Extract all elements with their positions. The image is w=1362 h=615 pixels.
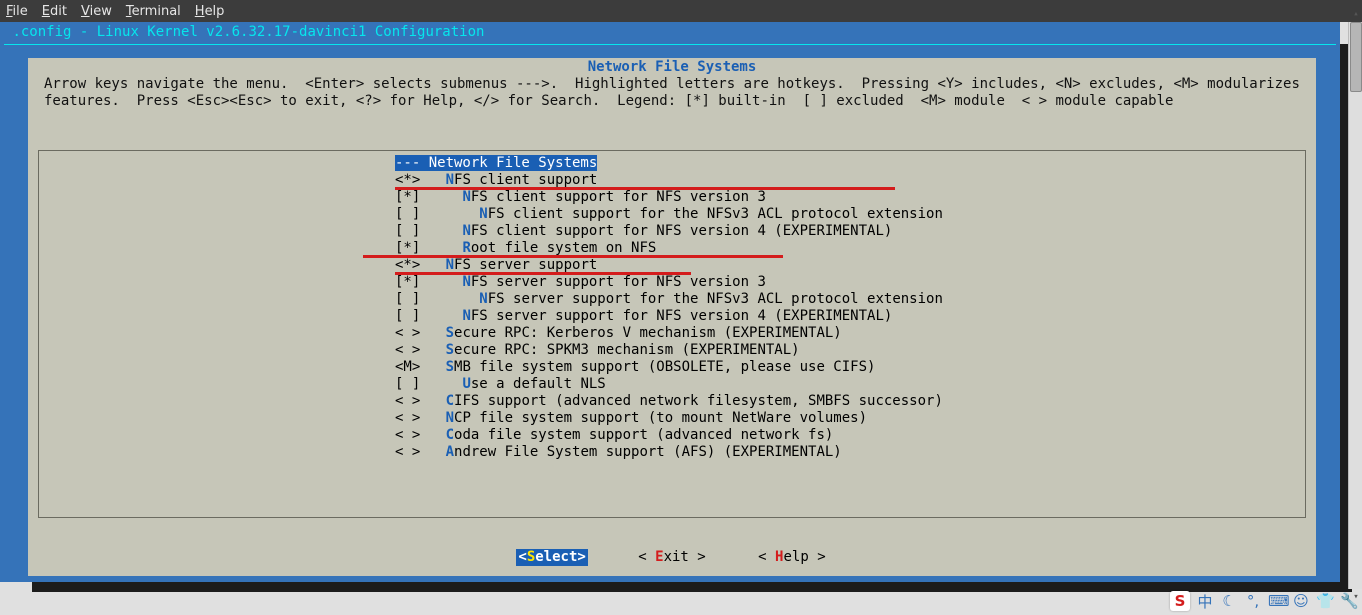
scroll-thumb[interactable] <box>1350 22 1362 92</box>
instructions-line1: Arrow keys navigate the menu. <Enter> se… <box>28 76 1316 93</box>
menuconfig-dialog: Network File Systems Arrow keys navigate… <box>28 58 1316 576</box>
scroll-up-icon[interactable]: ▴ <box>1350 8 1362 20</box>
wrench-icon[interactable]: 🔧 <box>1340 592 1358 610</box>
terminal-divider <box>4 44 1336 45</box>
menuconfig-header: Network File Systems <box>28 58 1316 76</box>
help-button[interactable]: < Help > <box>756 549 827 566</box>
menu-item-6[interactable]: [*] NFS server support for NFS version 3 <box>395 274 943 291</box>
menu-file[interactable]: File <box>6 4 28 19</box>
punct-icon[interactable]: °, <box>1244 592 1262 610</box>
ime-lang-icon[interactable]: 中 <box>1196 591 1214 612</box>
menu-item-14[interactable]: < > NCP file system support (to mount Ne… <box>395 410 943 427</box>
menu-list[interactable]: --- Network File Systems<*> NFS client s… <box>395 155 943 461</box>
select-button[interactable]: <Select> <box>516 549 587 566</box>
vertical-scrollbar[interactable]: ▴ ▾ <box>1348 22 1362 589</box>
ime-badge-icon[interactable]: S <box>1170 591 1190 611</box>
system-tray: S 中 ☾ °, ⌨ ☺ 👕 🔧 <box>1170 589 1358 613</box>
menu-item-2[interactable]: [ ] NFS client support for the NFSv3 ACL… <box>395 206 943 223</box>
menu-view[interactable]: View <box>81 4 112 19</box>
menu-item-12[interactable]: [ ] Use a default NLS <box>395 376 943 393</box>
menu-item-15[interactable]: < > Coda file system support (advanced n… <box>395 427 943 444</box>
person-icon[interactable]: ☺ <box>1292 592 1310 610</box>
menu-item-8[interactable]: [ ] NFS server support for NFS version 4… <box>395 308 943 325</box>
menu-item-10[interactable]: < > Secure RPC: SPKM3 mechanism (EXPERIM… <box>395 342 943 359</box>
terminal-title: .config - Linux Kernel v2.6.32.17-davinc… <box>0 22 1340 41</box>
terminal-window: .config - Linux Kernel v2.6.32.17-davinc… <box>0 22 1340 582</box>
annotation-redline-3 <box>395 272 691 275</box>
shirt-icon[interactable]: 👕 <box>1316 592 1334 610</box>
keyboard-icon[interactable]: ⌨ <box>1268 592 1286 610</box>
menu-help[interactable]: Help <box>195 4 225 19</box>
annotation-redline-1 <box>395 187 895 190</box>
menu-item-13[interactable]: < > CIFS support (advanced network files… <box>395 393 943 410</box>
menu-terminal[interactable]: Terminal <box>126 4 181 19</box>
menuconfig-buttons: <Select> < Exit > < Help > <box>28 549 1316 566</box>
menu-item-7[interactable]: [ ] NFS server support for the NFSv3 ACL… <box>395 291 943 308</box>
menu-item-9[interactable]: < > Secure RPC: Kerberos V mechanism (EX… <box>395 325 943 342</box>
menu-header-row[interactable]: --- Network File Systems <box>395 155 943 172</box>
menu-item-11[interactable]: <M> SMB file system support (OBSOLETE, p… <box>395 359 943 376</box>
menu-edit[interactable]: Edit <box>42 4 67 19</box>
exit-button[interactable]: < Exit > <box>636 549 707 566</box>
section-title: Network File Systems <box>588 59 757 75</box>
menubar: File Edit View Terminal Help <box>0 0 1362 22</box>
menu-item-1[interactable]: [*] NFS client support for NFS version 3 <box>395 189 943 206</box>
menuconfig-list-box: --- Network File Systems<*> NFS client s… <box>38 150 1306 518</box>
annotation-redline-2 <box>363 255 783 258</box>
menu-item-3[interactable]: [ ] NFS client support for NFS version 4… <box>395 223 943 240</box>
menu-item-16[interactable]: < > Andrew File System support (AFS) (EX… <box>395 444 943 461</box>
moon-icon[interactable]: ☾ <box>1220 592 1238 610</box>
instructions-line2: features. Press <Esc><Esc> to exit, <?> … <box>28 93 1316 110</box>
